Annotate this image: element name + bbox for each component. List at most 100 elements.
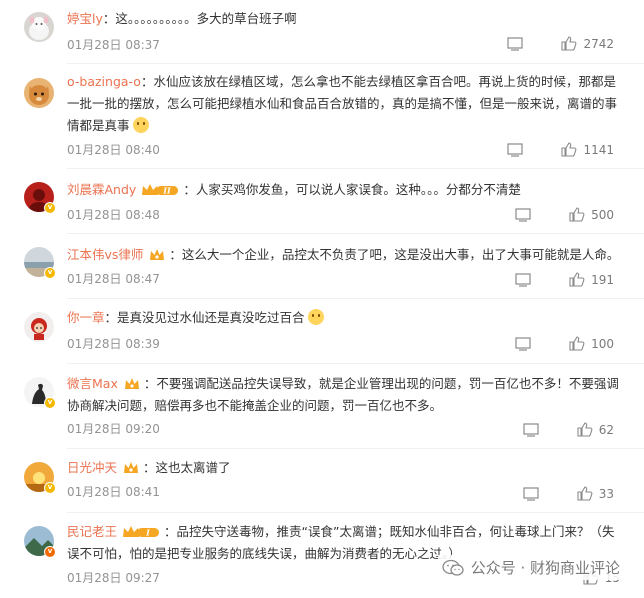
comment-actions: 500 xyxy=(515,207,614,222)
reply-icon[interactable] xyxy=(523,422,539,437)
avatar[interactable]: v xyxy=(24,247,56,279)
comment-text: ：人家买鸡你发鱼，可以说人家误食。这种。。。分都分不清楚 xyxy=(183,182,521,197)
thumbs-up-icon xyxy=(577,422,593,437)
reply-icon[interactable] xyxy=(523,486,539,501)
thumbs-up-icon xyxy=(577,486,593,501)
comment-body: 微言Max ：不要强调配送品控失误导致，就是企业管理出现的问题，罚一百亿也不多！不… xyxy=(67,373,624,417)
comment-username[interactable]: o-bazinga-o xyxy=(67,74,141,89)
comment-actions: 62 xyxy=(523,422,614,437)
comment-text: ：这么大一个企业，品控太不负责了吧，这是没出大事，出了大事可能就是人命。 xyxy=(169,247,620,262)
watermark-text: 公众号 · 财狗商业评论 xyxy=(470,559,620,577)
avatar[interactable]: v xyxy=(24,462,56,494)
vip-crown-icon xyxy=(124,378,139,389)
comment-username[interactable]: 日光冲天 xyxy=(67,460,117,475)
comment-timestamp: 01月28日 08:48 xyxy=(67,208,160,222)
reply-icon[interactable] xyxy=(507,142,524,157)
comment-actions: 100 xyxy=(515,336,614,351)
divider xyxy=(67,168,644,169)
comment-username[interactable]: 婷宝ly xyxy=(67,11,103,26)
like-count: 62 xyxy=(598,422,614,437)
comment-username[interactable]: 微言Max xyxy=(67,376,118,391)
divider xyxy=(67,63,644,64)
reply-icon[interactable] xyxy=(515,336,531,351)
avatar[interactable]: v xyxy=(24,182,56,214)
comment-actions: 33 xyxy=(523,486,614,501)
comment-text: ：不要强调配送品控失误导致，就是企业管理出现的问题，罚一百亿也不多！不要强调协商… xyxy=(67,376,619,413)
comment-text: ：这也太离谱了 xyxy=(143,460,231,475)
cartoon-red-avatar-icon xyxy=(24,312,54,342)
like-button[interactable]: 500 xyxy=(569,207,614,222)
like-count: 1141 xyxy=(583,142,614,157)
verified-badge-icon: v xyxy=(44,482,56,494)
thumbs-up-icon xyxy=(561,36,577,51)
comment-body: o-bazinga-o：水仙应该放在绿植区域，怎么拿也不能去绿植区拿百合吧。再说… xyxy=(67,71,624,137)
like-count: 2742 xyxy=(583,36,614,51)
vip-crown-badge-icon: I xyxy=(123,526,160,538)
comment-actions: 2742 xyxy=(507,36,614,51)
vip-crown-badge-icon: II xyxy=(142,184,179,196)
vip-crown-icon xyxy=(150,249,165,260)
divider xyxy=(67,448,644,449)
vip-crown-icon xyxy=(124,462,139,473)
svg-text:I: I xyxy=(145,528,150,538)
like-button[interactable]: 100 xyxy=(569,336,614,351)
comment-username[interactable]: 刘晨霖Andy xyxy=(67,182,136,197)
avatar[interactable]: v xyxy=(24,526,56,558)
comment-username[interactable]: 你一章 xyxy=(67,310,105,325)
comment-timestamp: 01月28日 08:39 xyxy=(67,337,160,351)
grin-emoji-icon xyxy=(132,117,149,133)
verified-badge-icon: v xyxy=(44,546,56,558)
thumbs-up-icon xyxy=(569,272,585,287)
thumbs-up-icon xyxy=(561,142,577,157)
avatar[interactable] xyxy=(24,78,54,108)
reply-icon[interactable] xyxy=(515,207,531,222)
thumbs-up-icon xyxy=(569,207,585,222)
comment-timestamp: 01月28日 08:37 xyxy=(67,38,160,52)
avatar[interactable]: v xyxy=(24,377,56,409)
comment-body: 你一章：是真没见过水仙还是真没吃过百合 xyxy=(67,307,624,329)
comment-username[interactable]: 江本伟vs律师 xyxy=(67,247,143,262)
verified-badge-icon: v xyxy=(44,397,56,409)
smirk-emoji-icon xyxy=(307,309,324,325)
divider xyxy=(67,298,644,299)
cat-avatar-icon xyxy=(24,78,54,108)
reply-icon[interactable] xyxy=(507,36,524,51)
comment-actions: 191 xyxy=(515,272,614,287)
comment-timestamp: 01月28日 08:41 xyxy=(67,485,160,499)
like-count: 500 xyxy=(591,207,614,222)
divider xyxy=(67,233,644,234)
like-count: 100 xyxy=(591,336,614,351)
reply-icon[interactable] xyxy=(515,272,531,287)
comment-timestamp: 01月28日 09:20 xyxy=(67,422,160,436)
comment-text: ：是真没见过水仙还是真没吃过百合 xyxy=(104,310,305,325)
wechat-icon xyxy=(442,559,464,576)
like-button[interactable]: 2742 xyxy=(561,36,614,51)
comment-text: ：这。。。。。。。。。。多大的草台班子啊 xyxy=(102,11,297,26)
like-button[interactable]: 191 xyxy=(569,272,614,287)
divider xyxy=(67,363,644,364)
like-button[interactable]: 33 xyxy=(577,486,614,501)
comment-actions: 1141 xyxy=(507,142,614,157)
comment-timestamp: 01月28日 08:40 xyxy=(67,143,160,157)
cartoon-character-avatar-icon xyxy=(24,12,54,42)
verified-badge-icon: v xyxy=(44,202,56,214)
avatar[interactable] xyxy=(24,312,54,342)
watermark: 公众号 · 财狗商业评论 xyxy=(437,555,624,580)
like-count: 191 xyxy=(591,272,614,287)
like-count: 33 xyxy=(598,486,614,501)
comment-username[interactable]: 民记老王 xyxy=(67,524,117,539)
avatar[interactable] xyxy=(24,12,54,42)
comment-body: 江本伟vs律师 ：这么大一个企业，品控太不负责了吧，这是没出大事，出了大事可能就是… xyxy=(67,244,624,266)
comment-body: 婷宝ly：这。。。。。。。。。。多大的草台班子啊 xyxy=(67,8,624,30)
thumbs-up-icon xyxy=(569,336,585,351)
verified-badge-icon: v xyxy=(44,267,56,279)
comment-text: ：水仙应该放在绿植区域，怎么拿也不能去绿植区拿百合吧。再说上货的时候，那都是一批… xyxy=(67,74,618,133)
comment-body: 刘晨霖Andy II ：人家买鸡你发鱼，可以说人家误食。这种。。。分都分不清楚 xyxy=(67,179,624,201)
svg-text:II: II xyxy=(163,186,172,196)
comment-timestamp: 01月28日 08:47 xyxy=(67,272,160,286)
like-button[interactable]: 62 xyxy=(577,422,614,437)
divider xyxy=(67,512,644,513)
comment-body: 日光冲天 ：这也太离谱了 xyxy=(67,457,624,479)
comment-timestamp: 01月28日 09:27 xyxy=(67,571,160,585)
like-button[interactable]: 1141 xyxy=(561,142,614,157)
